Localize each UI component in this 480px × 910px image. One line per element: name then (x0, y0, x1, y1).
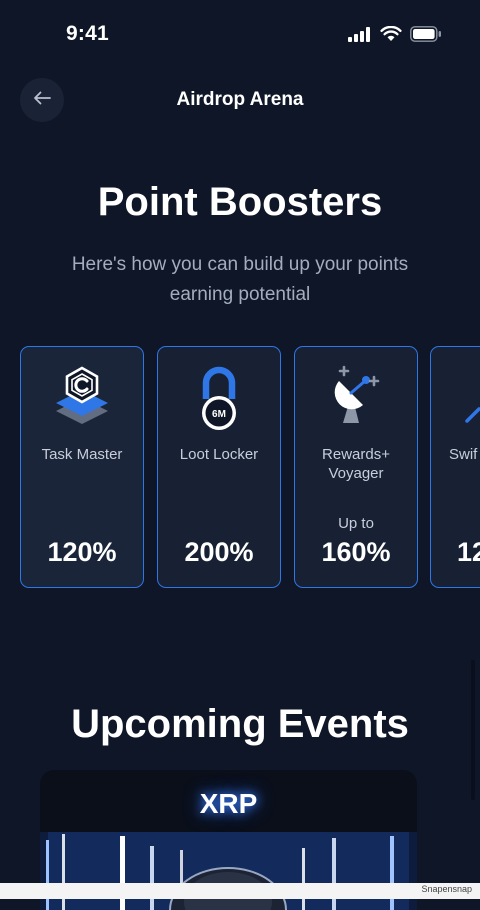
booster-label: Loot Locker (179, 446, 259, 463)
nav-title: Airdrop Arena (176, 89, 304, 110)
events-title: Upcoming Events (71, 702, 409, 746)
event-name: XRP (199, 788, 258, 819)
boosters-carousel[interactable]: Task Master 120% 6M Loot Locker 200% Rew… (0, 346, 480, 590)
status-bar: 9:41 (0, 0, 480, 72)
booster-card-task-master[interactable]: Task Master 120% (20, 346, 144, 588)
booster-card-loot-locker[interactable]: 6M Loot Locker 200% (157, 346, 281, 588)
boosters-title: Point Boosters (97, 180, 383, 224)
boosters-subtitle: Here's how you can build up your points … (71, 254, 409, 305)
bottom-bar: Snapensnap (0, 883, 480, 899)
booster-value: 120% (47, 537, 117, 567)
booster-card-rewards-voyager[interactable]: Rewards+ Voyager Up to 160% (294, 346, 418, 588)
cellular-signal-icon (348, 26, 372, 42)
booster-prefix: Up to (338, 515, 374, 532)
booster-value: 200% (184, 537, 254, 567)
wifi-icon (380, 26, 402, 42)
booster-card-swift[interactable]: Swif 12 (430, 346, 480, 588)
booster-label: Swif (449, 446, 478, 463)
task-master-c-icon (21, 365, 143, 427)
padlock-6m-icon: 6M (158, 365, 280, 430)
nav-bar: Airdrop Arena (0, 78, 480, 122)
status-icons (348, 26, 442, 42)
battery-icon (410, 26, 442, 42)
satellite-dish-icon (295, 365, 417, 427)
status-time: 9:41 (66, 22, 109, 45)
booster-value: 160% (321, 537, 391, 567)
booster-label: Rewards+ Voyager (322, 446, 390, 482)
booster-value: 12 (457, 537, 480, 567)
rocket-icon (431, 365, 480, 427)
watermark-text: Snapensnap (421, 884, 472, 894)
svg-text:6M: 6M (212, 409, 226, 420)
booster-label: Task Master (41, 446, 123, 463)
